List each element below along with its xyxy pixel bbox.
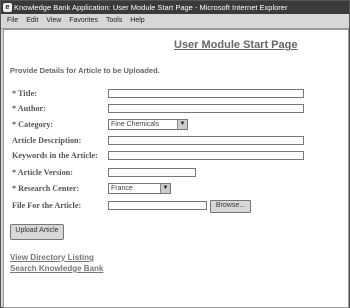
author-input[interactable]: [108, 104, 304, 113]
upload-article-button[interactable]: Upload Article: [10, 224, 64, 240]
chevron-down-icon[interactable]: ▼: [177, 120, 187, 129]
instruction-text: Provide Details for Article to be Upload…: [10, 66, 160, 75]
menu-edit[interactable]: Edit: [26, 14, 38, 28]
menu-bar: File Edit View Favorites Tools Help: [1, 14, 349, 29]
file-label: File For the Article:: [12, 201, 82, 210]
keywords-input[interactable]: [108, 151, 304, 160]
title-bar: e Knowledge Bank Application: User Module…: [1, 1, 349, 14]
category-select[interactable]: Fine Chemicals ▼: [108, 119, 188, 130]
menu-file[interactable]: File: [7, 14, 18, 28]
version-input[interactable]: [108, 168, 196, 177]
browser-window: e Knowledge Bank Application: User Module…: [0, 0, 350, 308]
version-label: * Article Version:: [12, 168, 73, 177]
description-label: Article Description:: [12, 136, 82, 145]
keywords-label: Keywords in the Article:: [12, 151, 98, 160]
description-input[interactable]: [108, 136, 304, 145]
title-input[interactable]: [108, 89, 304, 98]
window-title: Knowledge Bank Application: User Module …: [14, 3, 288, 12]
menu-favorites[interactable]: Favorites: [69, 14, 98, 28]
menu-tools[interactable]: Tools: [106, 14, 122, 28]
title-label: * Title:: [12, 89, 37, 98]
author-label: * Author:: [12, 104, 46, 113]
page-title: User Module Start Page: [174, 39, 298, 51]
browse-button[interactable]: Browse...: [210, 200, 251, 213]
file-input[interactable]: [108, 201, 207, 210]
menu-view[interactable]: View: [46, 14, 61, 28]
menu-help[interactable]: Help: [130, 14, 144, 28]
chevron-down-icon[interactable]: ▼: [160, 184, 170, 193]
search-knowledge-bank-link[interactable]: Search Knowledge Bank: [10, 264, 103, 273]
category-label: * Category:: [12, 120, 54, 129]
ie-icon: e: [3, 3, 12, 12]
research-center-label: * Research Center:: [12, 184, 80, 193]
view-directory-link[interactable]: View Directory Listing: [10, 253, 94, 262]
research-center-select[interactable]: France ▼: [108, 183, 171, 194]
category-value: Fine Chemicals: [111, 121, 160, 128]
page-content: User Module Start Page Provide Details f…: [3, 29, 349, 308]
research-center-value: France: [111, 185, 133, 192]
